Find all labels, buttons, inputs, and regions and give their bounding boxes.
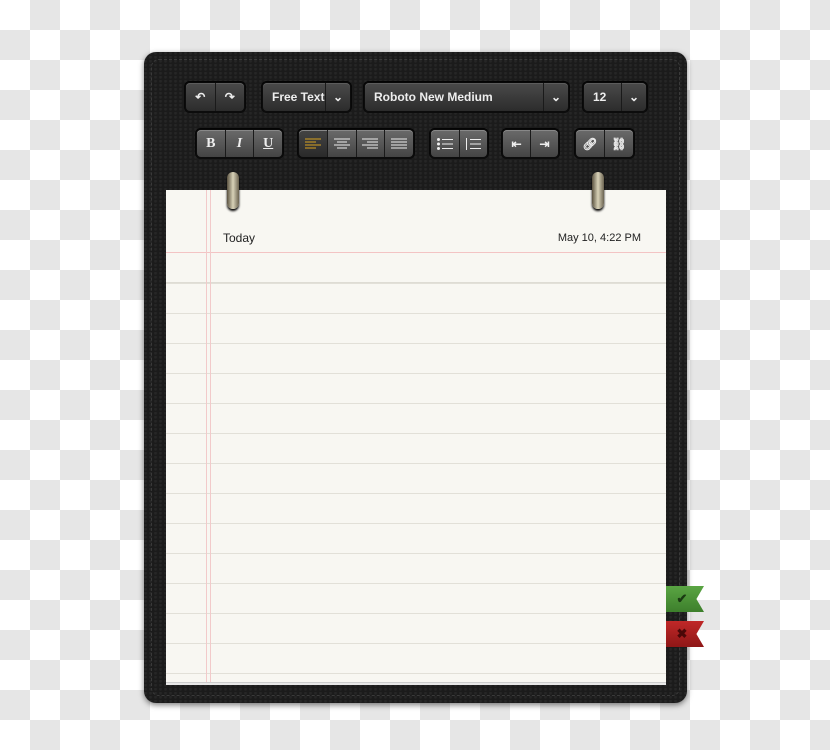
italic-button[interactable]: I (225, 130, 255, 157)
header-rule (166, 252, 666, 253)
link-group: 🔗︎ ⛓︎ (574, 128, 635, 159)
history-group: ↶ ↷ (184, 81, 246, 113)
link-button[interactable]: 🔗︎ (576, 130, 605, 157)
outdent-icon: ⇤ (511, 136, 522, 151)
indent-button[interactable]: ⇥ (531, 130, 558, 157)
size-select[interactable]: 12 ⌄ (582, 81, 648, 113)
undo-icon: ↶ (195, 90, 206, 104)
style-select[interactable]: Free Text ⌄ (261, 81, 352, 113)
bullet-list-icon (436, 137, 453, 150)
justify-icon (391, 138, 408, 148)
x-icon: ✖ (676, 626, 688, 641)
alignment-group (297, 128, 415, 159)
note-timestamp: May 10, 4:22 PM (557, 232, 641, 244)
underline-button[interactable]: U (254, 130, 283, 157)
chevron-down-icon[interactable]: ⌄ (544, 83, 568, 111)
font-select-value[interactable]: Roboto New Medium (365, 83, 544, 111)
binder-ring-left (227, 172, 239, 209)
chevron-down-icon[interactable]: ⌄ (622, 83, 646, 111)
confirm-button[interactable]: ✔ (666, 586, 704, 612)
outdent-button[interactable]: ⇤ (503, 130, 531, 157)
numbered-list-icon (466, 137, 482, 150)
undo-button[interactable]: ↶ (186, 83, 216, 111)
bold-button[interactable]: B (197, 130, 226, 157)
binder-ring-right (592, 172, 604, 209)
link-icon: 🔗︎ (582, 136, 598, 151)
align-left-icon (304, 138, 321, 148)
redo-button[interactable]: ↷ (215, 83, 244, 111)
align-right-icon (362, 138, 379, 148)
ruled-lines (166, 283, 666, 682)
style-select-value[interactable]: Free Text (263, 83, 326, 111)
chevron-down-icon[interactable]: ⌄ (326, 83, 350, 111)
bullet-list-button[interactable] (431, 130, 460, 157)
margin-line (206, 190, 211, 682)
list-group (429, 128, 489, 159)
format-group: B I U (195, 128, 284, 159)
unlink-icon: ⛓︎ (611, 136, 627, 151)
align-left-button[interactable] (299, 130, 328, 157)
indent-icon: ⇥ (539, 136, 550, 151)
indent-group: ⇤ ⇥ (501, 128, 560, 159)
align-right-button[interactable] (356, 130, 386, 157)
unlink-button[interactable]: ⛓︎ (605, 130, 633, 157)
check-icon: ✔ (676, 591, 688, 606)
size-select-value[interactable]: 12 (584, 83, 622, 111)
numbered-list-button[interactable] (459, 130, 487, 157)
note-title: Today (223, 231, 256, 245)
align-center-button[interactable] (327, 130, 357, 157)
redo-icon: ↷ (224, 90, 235, 104)
justify-button[interactable] (385, 130, 413, 157)
note-paper[interactable]: Today May 10, 4:22 PM (166, 190, 666, 682)
cancel-button[interactable]: ✖ (666, 621, 704, 647)
align-center-icon (333, 138, 350, 148)
font-select[interactable]: Roboto New Medium ⌄ (363, 81, 570, 113)
